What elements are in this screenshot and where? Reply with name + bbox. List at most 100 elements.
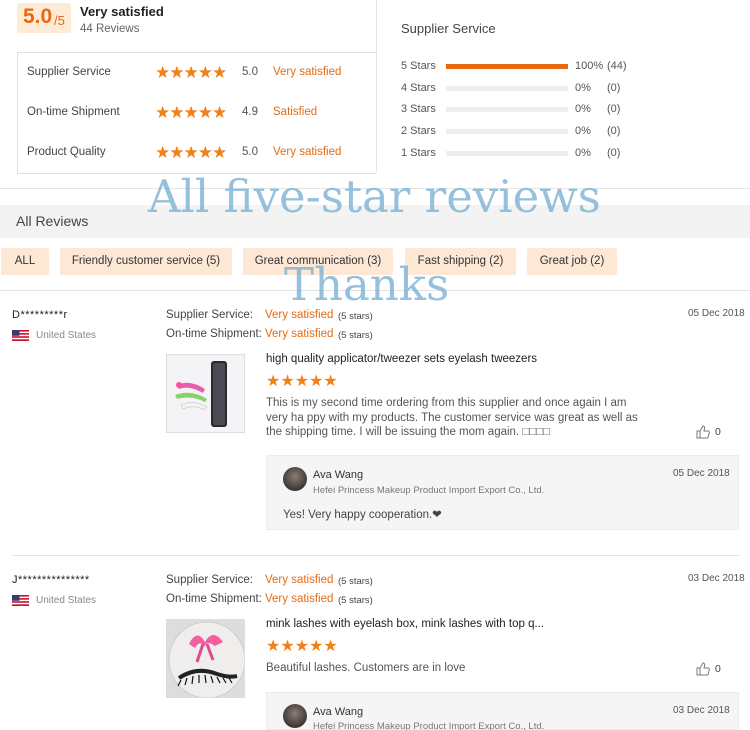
distribution-percent: 0% xyxy=(575,125,591,137)
distribution-row-2: 2 Stars 0% (0) xyxy=(401,125,721,139)
shipment-label: On-time Shipment: xyxy=(166,328,262,340)
us-flag-icon xyxy=(12,330,29,341)
distribution-bar-fill xyxy=(446,64,568,69)
like-count: 0 xyxy=(715,663,721,675)
distribution-count: (0) xyxy=(607,125,621,137)
product-image-tweezers[interactable] xyxy=(166,354,245,433)
product-title[interactable]: high quality applicator/tweezer sets eye… xyxy=(266,353,537,365)
avatar xyxy=(283,704,307,728)
distribution-bar xyxy=(446,151,568,156)
distribution-title: Supplier Service xyxy=(401,21,496,36)
thumbs-up-icon xyxy=(696,425,710,439)
distribution-count: (0) xyxy=(607,103,621,115)
distribution-percent: 0% xyxy=(575,103,591,115)
rating-row-supplier-service: Supplier Service ★★★★★ 5.0 Very satisfie… xyxy=(18,53,378,93)
filter-chip-great-job[interactable]: Great job (2) xyxy=(527,248,617,275)
shipment-value: Very satisfied xyxy=(265,593,334,605)
star-level-label: 4 Stars xyxy=(401,82,436,94)
supplier-service-label: Supplier Service: xyxy=(166,574,253,586)
rating-text: Satisfied xyxy=(273,106,318,118)
reviewer-name: D*********r xyxy=(12,309,68,321)
filter-chip-friendly-customer-service[interactable]: Friendly customer service (5) xyxy=(60,248,232,275)
reviewer-country: United States xyxy=(36,595,97,606)
distribution-count: (0) xyxy=(607,147,621,159)
review-date: 03 Dec 2018 xyxy=(688,573,745,584)
five-stars-icon: ★★★★★ xyxy=(266,373,338,390)
avatar xyxy=(283,467,307,491)
reviews-count: 44 Reviews xyxy=(80,23,140,35)
reply-author: Ava Wang xyxy=(313,469,364,481)
supplier-service-stars: (5 stars) xyxy=(338,576,373,587)
all-reviews-title: All Reviews xyxy=(16,213,89,229)
rating-text: Very satisfied xyxy=(273,146,342,158)
five-stars-icon: ★★★★★ xyxy=(155,63,227,82)
distribution-bar xyxy=(446,86,568,91)
rating-label: Supplier Service xyxy=(27,66,111,78)
us-flag-icon xyxy=(12,595,29,606)
like-button[interactable] xyxy=(696,662,710,679)
reply-author: Ava Wang xyxy=(313,706,364,718)
supplier-service-label: Supplier Service: xyxy=(166,309,253,321)
shipment-label: On-time Shipment: xyxy=(166,593,262,605)
five-stars-icon: ★★★★★ xyxy=(155,103,227,122)
reply-company: Hefei Princess Makeup Product Import Exp… xyxy=(313,485,545,496)
review-date: 05 Dec 2018 xyxy=(688,308,745,319)
rating-score: 4.9 xyxy=(242,106,258,118)
distribution-percent: 0% xyxy=(575,82,591,94)
distribution-percent: 0% xyxy=(575,147,591,159)
supplier-service-value: Very satisfied xyxy=(265,574,334,586)
five-stars-icon: ★★★★★ xyxy=(155,143,227,162)
distribution-bar xyxy=(446,64,568,69)
distribution-count: (44) xyxy=(607,60,627,72)
distribution-count: (0) xyxy=(607,82,621,94)
overall-score-badge: 5.0 /5 xyxy=(17,3,71,33)
reviewer-name: J*************** xyxy=(12,574,90,586)
rating-label: Product Quality xyxy=(27,146,106,158)
distribution-percent: 100% xyxy=(575,60,604,72)
like-count: 0 xyxy=(715,426,721,438)
summary-divider xyxy=(376,0,377,52)
shipment-value: Very satisfied xyxy=(265,328,334,340)
distribution-row-1: 1 Stars 0% (0) xyxy=(401,147,721,161)
five-stars-icon: ★★★★★ xyxy=(266,638,338,655)
review-divider xyxy=(12,555,740,556)
supplier-reply: Ava Wang Hefei Princess Makeup Product I… xyxy=(266,692,739,730)
overall-score: 5.0 xyxy=(23,5,53,28)
rating-score: 5.0 xyxy=(242,146,258,158)
distribution-row-4: 4 Stars 0% (0) xyxy=(401,82,721,96)
supplier-service-stars: (5 stars) xyxy=(338,311,373,322)
overall-score-out-of: /5 xyxy=(54,13,65,28)
rating-label: On-time Shipment xyxy=(27,106,120,118)
distribution-bar xyxy=(446,107,568,112)
rating-row-on-time-shipment: On-time Shipment ★★★★★ 4.9 Satisfied xyxy=(18,93,378,133)
watermark-line-1: All five-star reviews xyxy=(148,170,601,223)
distribution-row-3: 3 Stars 0% (0) xyxy=(401,103,721,117)
reply-date: 05 Dec 2018 xyxy=(673,468,730,479)
supplier-reply: Ava Wang Hefei Princess Makeup Product I… xyxy=(266,455,739,530)
rating-row-product-quality: Product Quality ★★★★★ 5.0 Very satisfied xyxy=(18,133,378,173)
shipment-stars: (5 stars) xyxy=(338,595,373,606)
reply-company: Hefei Princess Makeup Product Import Exp… xyxy=(313,721,545,730)
reviewer-country: United States xyxy=(36,330,97,341)
review-text: This is my second time ordering from thi… xyxy=(266,397,638,438)
overall-rating-text: Very satisfied xyxy=(80,4,164,19)
star-level-label: 3 Stars xyxy=(401,103,436,115)
reply-text: Yes! Very happy cooperation.❤ xyxy=(283,509,442,521)
product-title[interactable]: mink lashes with eyelash box, mink lashe… xyxy=(266,618,544,630)
rating-breakdown-table: Supplier Service ★★★★★ 5.0 Very satisfie… xyxy=(17,52,377,174)
product-image-lashes[interactable] xyxy=(166,619,245,698)
distribution-bar xyxy=(446,129,568,134)
rating-text: Very satisfied xyxy=(273,66,342,78)
filter-chip-all[interactable]: ALL xyxy=(1,248,49,275)
reply-date: 03 Dec 2018 xyxy=(673,705,730,716)
star-level-label: 1 Stars xyxy=(401,147,436,159)
star-level-label: 5 Stars xyxy=(401,60,436,72)
shipment-stars: (5 stars) xyxy=(338,330,373,341)
thumbs-up-icon xyxy=(696,662,710,676)
like-button[interactable] xyxy=(696,425,710,442)
distribution-row-5: 5 Stars 100% (44) xyxy=(401,60,721,74)
watermark-line-2: Thanks xyxy=(284,258,450,311)
rating-score: 5.0 xyxy=(242,66,258,78)
review-text: Beautiful lashes. Customers are in love xyxy=(266,662,466,674)
star-level-label: 2 Stars xyxy=(401,125,436,137)
